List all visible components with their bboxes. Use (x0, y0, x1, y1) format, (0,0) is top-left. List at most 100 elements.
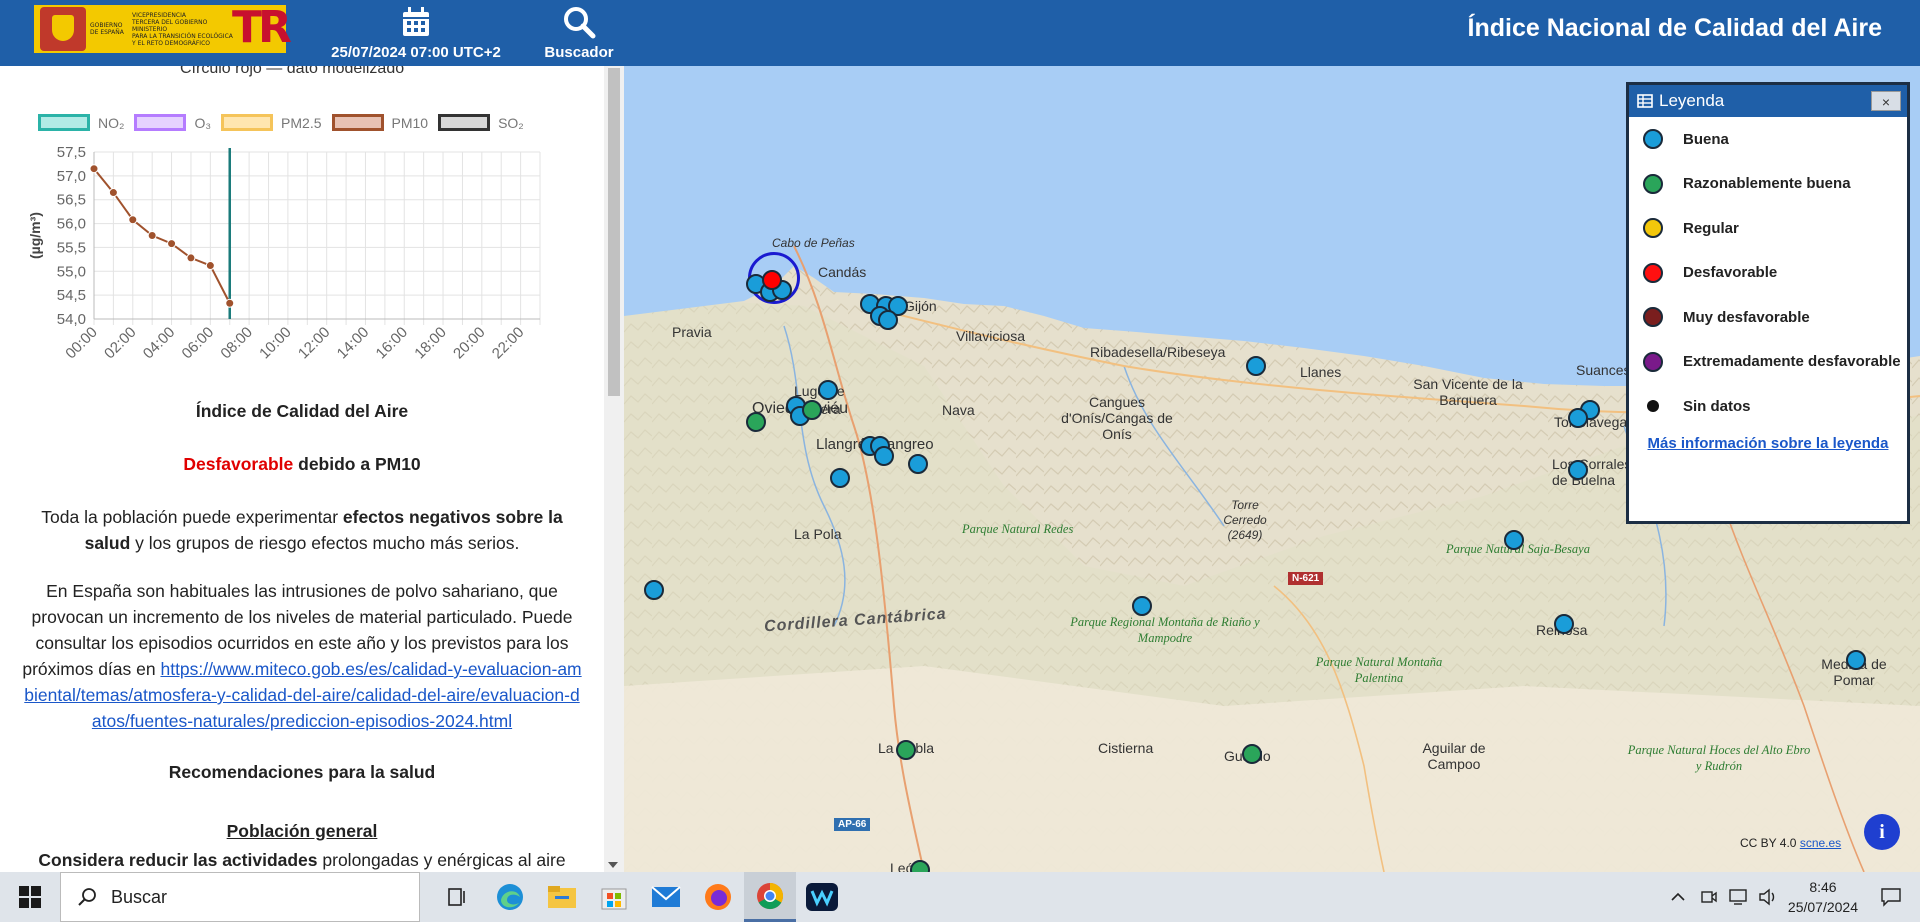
file-explorer-button[interactable] (536, 872, 588, 922)
legend-more-info-link[interactable]: Más información sobre la leyenda (1648, 435, 1889, 452)
start-button[interactable] (0, 872, 60, 922)
windows-logo-icon (19, 886, 41, 908)
task-view-icon (448, 888, 465, 906)
legend-dot (1643, 351, 1663, 372)
map-legend-panel: Leyenda × Buena Razonablemente buena Reg… (1626, 82, 1910, 524)
legend-entry-desfavorable: Desfavorable (1629, 251, 1907, 296)
y-tick-label: 56,0 (57, 216, 86, 233)
legend-entry-muy-desfavorable: Muy desfavorable (1629, 295, 1907, 340)
volume-icon[interactable] (1758, 888, 1778, 906)
station-marker[interactable] (1132, 596, 1152, 616)
mail-icon (651, 886, 681, 907)
attribution-link[interactable]: scne.es (1800, 836, 1841, 850)
station-marker[interactable] (644, 580, 664, 600)
legend-dot (1643, 218, 1663, 239)
notifications-icon[interactable] (1880, 887, 1902, 907)
population-recommendation: Considera reducir las actividades prolon… (38, 850, 566, 870)
webex-icon (806, 883, 838, 911)
search-button[interactable]: Buscador (536, 0, 622, 61)
tr-logo: TR (232, 2, 292, 53)
clock-date: 25/07/2024 (1787, 899, 1858, 915)
close-legend-button[interactable]: × (1871, 91, 1901, 111)
mail-button[interactable] (640, 872, 692, 922)
data-point (108, 188, 118, 198)
network-icon[interactable] (1728, 888, 1748, 906)
x-tick-label: 16:00 (373, 324, 412, 363)
park-label: Parque Natural Redes (962, 522, 1074, 536)
chevron-up-icon[interactable] (1670, 892, 1686, 902)
station-info-panel: Círculo rojo — dato modelizado NO₂ O₃ PM… (0, 66, 604, 872)
legend-dot (1643, 307, 1663, 328)
table-icon (1637, 94, 1653, 108)
taskbar-clock[interactable]: 8:46 25/07/2024 (1788, 877, 1858, 917)
x-tick-label: 10:00 (256, 324, 295, 363)
firefox-button[interactable] (692, 872, 744, 922)
station-marker[interactable] (1568, 408, 1588, 428)
search-icon (78, 888, 96, 906)
x-tick-label: 14:00 (334, 324, 373, 363)
chrome-icon (757, 882, 784, 909)
legend-header: Leyenda × (1629, 85, 1907, 117)
road-badge: AP-66 (834, 818, 871, 831)
map-label: La Pola (794, 526, 842, 542)
legend-dot (1643, 129, 1663, 150)
logo-gov-text: GOBIERNO DE ESPAÑA (90, 22, 124, 36)
system-tray: 8:46 25/07/2024 (1670, 872, 1920, 922)
map-attribution: CC BY 4.0 scne.es (1740, 836, 1842, 850)
x-tick-label: 12:00 (295, 324, 334, 363)
x-tick-label: 18:00 (411, 324, 450, 363)
station-marker[interactable] (874, 446, 894, 466)
station-marker[interactable] (1504, 530, 1524, 550)
legend-dot (1643, 173, 1663, 194)
edge-button[interactable] (484, 872, 536, 922)
station-marker[interactable] (1246, 356, 1266, 376)
info-button[interactable]: i (1864, 814, 1900, 850)
scrollbar-thumb[interactable] (608, 68, 620, 396)
station-marker[interactable] (746, 412, 766, 432)
windows-taskbar: Buscar 8:46 25/07/2024 (0, 872, 1920, 922)
map-label: Torre Cerredo (2649) (1223, 498, 1267, 542)
x-tick-label: 22:00 (489, 324, 528, 363)
panel-cut-text: Círculo rojo — dato modelizado (180, 66, 405, 77)
map-label: Llanes (1300, 364, 1342, 380)
webex-button[interactable] (796, 872, 848, 922)
meeting-icon[interactable] (1700, 888, 1718, 906)
station-marker[interactable] (896, 740, 916, 760)
taskbar-search-placeholder: Buscar (111, 886, 168, 907)
station-marker[interactable] (1568, 460, 1588, 480)
map-label: Suances (1576, 362, 1631, 378)
store-button[interactable] (588, 872, 640, 922)
station-marker[interactable] (878, 310, 898, 330)
calendar-icon (403, 7, 429, 36)
scroll-down-arrow-icon[interactable] (608, 862, 618, 868)
taskbar-search-box[interactable]: Buscar (60, 872, 420, 922)
map-label: Los Corrales de Buelna (1552, 456, 1632, 488)
station-marker-selected[interactable] (762, 270, 782, 290)
y-tick-label: 54,5 (57, 287, 86, 304)
park-label: Parque Natural Montaña Palentina (1315, 655, 1443, 685)
store-icon (601, 888, 627, 910)
health-effects-text: Toda la población puede experimentar efe… (41, 507, 563, 553)
legend-entry-regular: Regular (1629, 206, 1907, 251)
map-label: Cangues d'Onís/Cangas de Onís (1061, 394, 1173, 442)
x-tick-label: 00:00 (62, 324, 101, 363)
panel-scrollbar[interactable] (604, 66, 624, 872)
date-label: 25/07/2024 07:00 UTC+2 (331, 44, 501, 61)
station-marker[interactable] (830, 468, 850, 488)
station-marker[interactable] (1554, 614, 1574, 634)
task-view-button[interactable] (432, 872, 484, 922)
station-marker[interactable] (1846, 650, 1866, 670)
map-label: San Vicente de la Barquera (1413, 376, 1523, 408)
station-marker[interactable] (802, 400, 822, 420)
data-point (89, 164, 99, 174)
station-marker[interactable] (818, 380, 838, 400)
chrome-button[interactable] (744, 872, 796, 922)
station-marker[interactable] (908, 454, 928, 474)
logo-text: VICEPRESIDENCIA TERCERA DEL GOBIERNO MIN… (132, 11, 233, 47)
search-label: Buscador (544, 44, 614, 61)
y-axis-label: (µg/m³) (27, 212, 43, 259)
station-marker[interactable] (1242, 744, 1262, 764)
data-point (225, 298, 235, 308)
date-selector[interactable]: 25/07/2024 07:00 UTC+2 (316, 0, 516, 61)
legend-entry-razonablemente-buena: Razonablemente buena (1629, 162, 1907, 207)
